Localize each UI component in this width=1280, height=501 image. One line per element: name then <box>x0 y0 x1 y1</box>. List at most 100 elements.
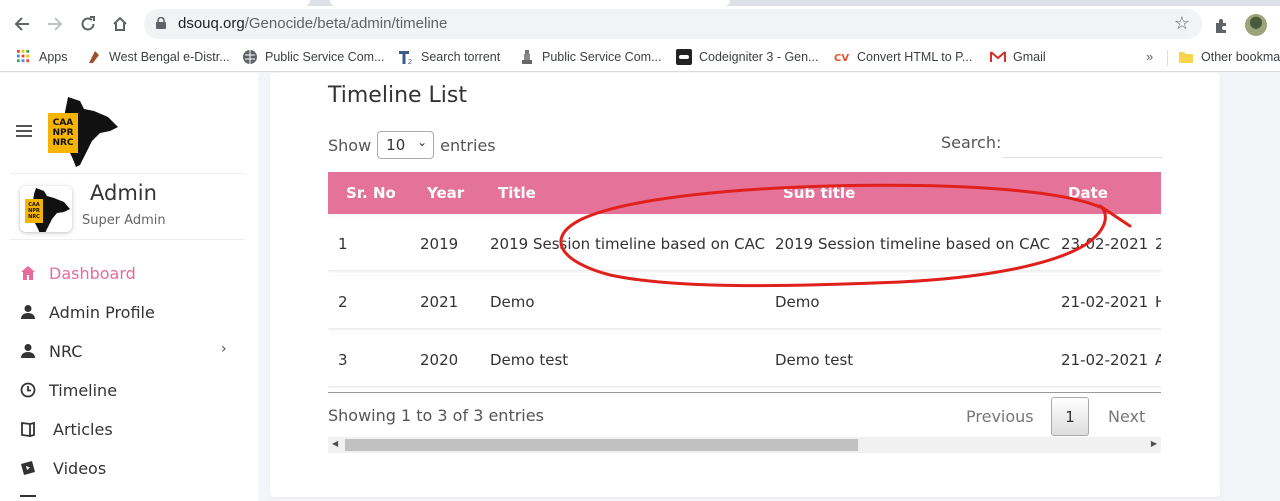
url-path: /Genocide/beta/admin/timeline <box>244 15 448 32</box>
cell-date: 23-02-2021 <box>1061 235 1149 253</box>
column-sr-no[interactable]: Sr. No <box>346 184 396 202</box>
browser-toolbar: dsouq.org/Genocide/beta/admin/timeline ☆ <box>0 6 1280 42</box>
column-title[interactable]: Title <box>498 184 536 202</box>
other-bookmarks[interactable]: Other bookma <box>1178 49 1280 65</box>
sidebar-item-dashboard[interactable]: Dashboard <box>20 259 136 287</box>
pagination-next[interactable]: Next <box>1108 407 1145 426</box>
sidebar-item-articles[interactable]: Articles <box>20 415 113 443</box>
cell-extra: H <box>1155 293 1161 311</box>
bookmark-public-service-1[interactable]: Public Service Com... <box>242 49 384 65</box>
search-label: Search: <box>941 133 1002 152</box>
bookmark-public-service-2[interactable]: Public Service Com... <box>519 49 661 65</box>
url-text: dsouq.org/Genocide/beta/admin/timeline <box>178 15 447 32</box>
cell-subtitle: Demo <box>775 293 820 311</box>
sidebar-item-label: NRC <box>49 341 83 361</box>
other-bookmarks-label: Other bookma <box>1201 50 1280 64</box>
admin-role: Super Admin <box>82 213 166 228</box>
emblem-icon <box>522 50 532 64</box>
user-icon <box>21 344 35 358</box>
bookmark-search-torrent[interactable]: 2 Search torrent <box>398 49 500 65</box>
convert-icon: CV <box>834 53 849 64</box>
apps-grid-icon <box>16 49 30 63</box>
sidebar-item-label: Videos <box>53 458 107 478</box>
column-date[interactable]: Date <box>1068 184 1108 202</box>
bookmark-label: Codeigniter 3 - Gen... <box>699 50 819 64</box>
chevron-right-icon[interactable]: › <box>221 341 227 357</box>
pagination-page-1[interactable]: 1 <box>1051 397 1089 436</box>
hamburger-menu-icon[interactable] <box>16 125 32 137</box>
sidebar-item-admin-profile[interactable]: Admin Profile <box>20 298 155 326</box>
table-info: Showing 1 to 3 of 3 entries <box>328 406 544 425</box>
sidebar-item-label: Admin Profile <box>49 302 155 322</box>
cell-year: 2020 <box>420 351 459 369</box>
page-title: Timeline List <box>328 83 467 108</box>
sidebar-item-videos[interactable]: Videos <box>20 454 106 482</box>
book-icon <box>21 421 35 437</box>
sidebar-item-nrc[interactable]: NRC <box>20 337 82 365</box>
address-bar[interactable]: dsouq.org/Genocide/beta/admin/timeline ☆ <box>144 9 1202 39</box>
admin-name: Admin <box>90 181 157 205</box>
back-arrow-icon[interactable] <box>8 10 36 38</box>
clock-icon <box>20 382 36 398</box>
profile-avatar[interactable] <box>1245 14 1267 36</box>
sidebar-divider <box>10 239 245 240</box>
bookmark-label: Public Service Com... <box>542 50 662 64</box>
svg-text:CV: CV <box>834 53 849 64</box>
table-row[interactable]: 3 2020 Demo test Demo test 21-02-2021 A <box>328 334 1161 386</box>
sidebar-item-label: Articles <box>53 419 113 439</box>
search-input[interactable] <box>1003 130 1163 158</box>
cell-title: Demo test <box>490 351 569 369</box>
cell-subtitle: Demo test <box>775 351 854 369</box>
bookmark-apps[interactable]: Apps <box>16 49 68 64</box>
bengal-icon <box>89 51 99 63</box>
gmail-icon <box>990 51 1006 62</box>
sidebar-item-timeline[interactable]: Timeline <box>20 376 117 404</box>
scroll-left-icon[interactable]: ◀ <box>332 439 338 448</box>
horizontal-scrollbar[interactable]: ◀ ▶ <box>328 437 1161 453</box>
avatar-logo-image: CAA NPR NRC <box>25 188 70 232</box>
bookmark-separator <box>1167 50 1168 66</box>
bookmarks-bar: Apps West Bengal e-Distr... Public Servi… <box>0 42 1280 72</box>
pagination-previous[interactable]: Previous <box>966 407 1034 426</box>
sidebar: CAA NPR NRC CAA NPR NRC Admin Super Admi… <box>0 73 258 501</box>
torrent-icon: 2 <box>399 51 412 65</box>
bookmark-label: Search torrent <box>421 50 501 64</box>
page-length-select[interactable]: 10 ⌄ <box>377 131 435 159</box>
bookmark-west-bengal[interactable]: West Bengal e-Distr... <box>86 49 230 65</box>
chevron-down-icon: ⌄ <box>417 135 428 149</box>
cell-subtitle: 2019 Session timeline based on CAC <box>775 235 1051 253</box>
table-row[interactable]: 2 2021 Demo Demo 21-02-2021 H <box>328 276 1161 328</box>
reload-icon[interactable] <box>74 10 102 38</box>
bookmark-codeigniter[interactable]: Codeigniter 3 - Gen... <box>676 49 819 65</box>
table-header: Sr. No Year Title Sub title Date <box>328 172 1161 214</box>
cell-year: 2021 <box>420 293 459 311</box>
entries-label: entries <box>440 135 496 155</box>
folder-icon <box>1179 52 1193 63</box>
bookmark-gmail[interactable]: Gmail <box>990 49 1046 65</box>
lock-icon <box>156 17 166 29</box>
extensions-puzzle-icon[interactable] <box>1212 16 1232 36</box>
home-icon <box>21 266 35 280</box>
globe-icon <box>243 50 257 64</box>
column-year[interactable]: Year <box>427 184 464 202</box>
bookmark-star-icon[interactable]: ☆ <box>1174 13 1190 34</box>
page-length-control: Show 10 ⌄ entries <box>328 131 496 159</box>
cell-extra: A <box>1155 351 1161 369</box>
scroll-right-icon[interactable]: ▶ <box>1151 439 1157 448</box>
bookmarks-overflow-button[interactable]: » <box>1146 49 1153 64</box>
avatar-nrc-text: NRC <box>28 214 40 220</box>
table-row[interactable]: 1 2019 2019 Session timeline based on CA… <box>328 218 1161 270</box>
sidebar-item-label: Timeline <box>49 380 118 400</box>
scrollbar-thumb[interactable] <box>345 439 858 451</box>
codeigniter-icon <box>676 49 692 65</box>
user-icon <box>21 305 35 319</box>
cell-date: 21-02-2021 <box>1061 293 1149 311</box>
column-subtitle[interactable]: Sub title <box>783 184 855 202</box>
timeline-card: Timeline List Show 10 ⌄ entries Search: … <box>270 73 1220 497</box>
sidebar-item-label: Dashboard <box>49 263 136 283</box>
home-button-icon[interactable] <box>106 10 134 38</box>
cell-year: 2019 <box>420 235 459 253</box>
forward-arrow-icon[interactable] <box>41 10 69 38</box>
cell-sr: 1 <box>338 235 348 253</box>
bookmark-convert-html[interactable]: CV Convert HTML to P... <box>834 49 972 65</box>
